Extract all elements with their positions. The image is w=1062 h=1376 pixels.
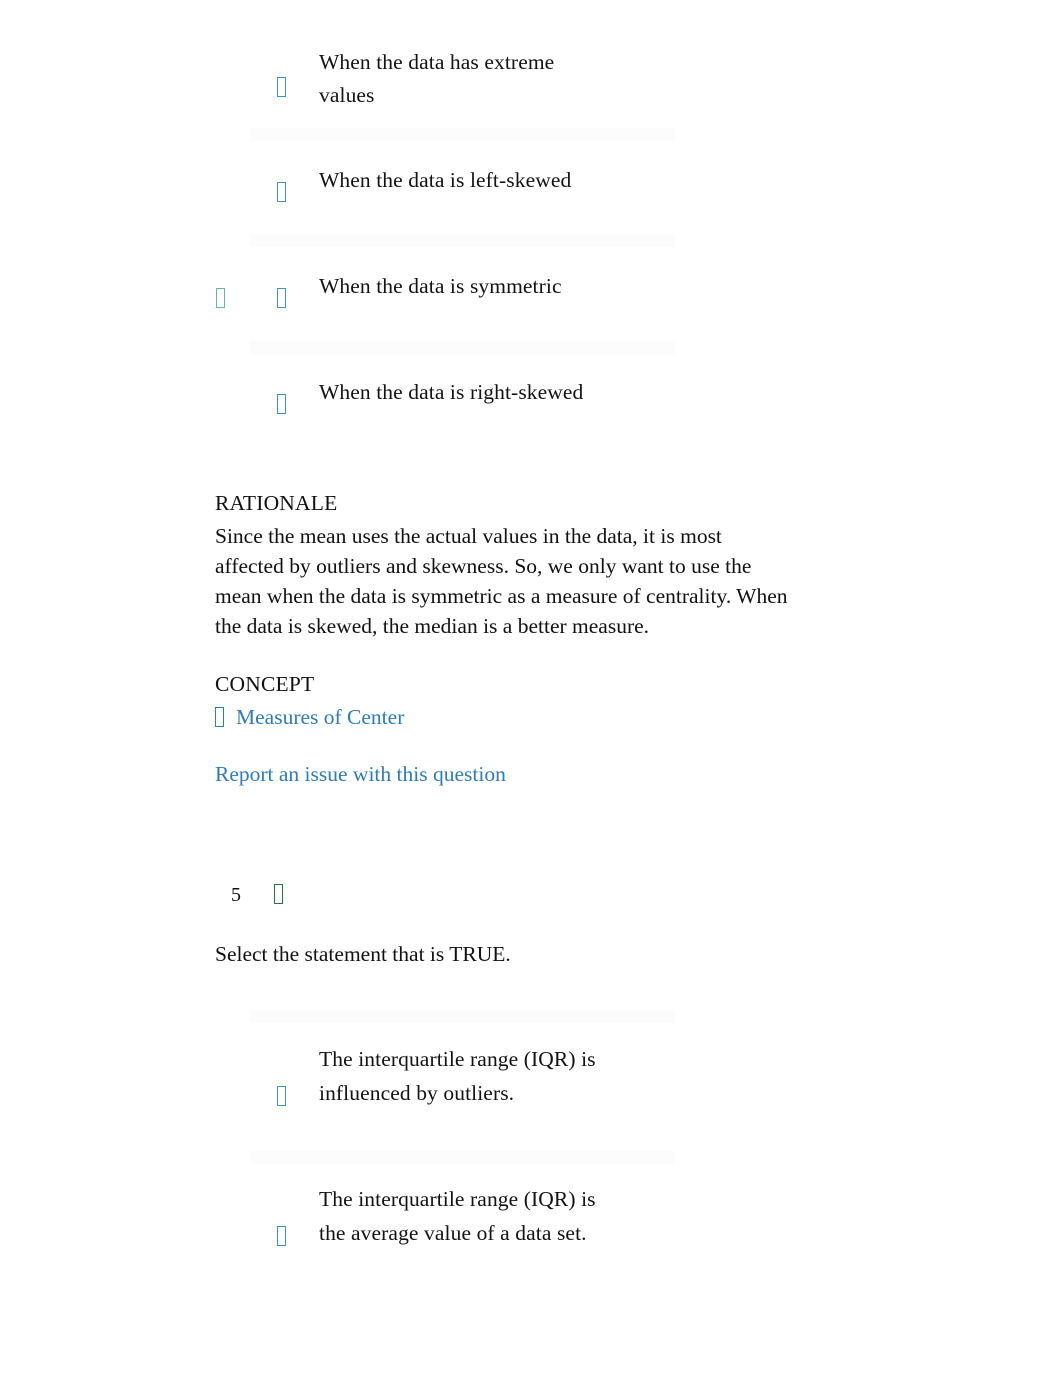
radio-button-unselected-icon[interactable] [277,394,286,414]
question-number: 5 [231,884,241,906]
question-prompt: Select the statement that is TRUE. [215,942,511,966]
answer-option-label-line2: influenced by outliers. [319,1081,515,1105]
answer-option-label-line1: When the data is symmetric [319,274,562,298]
answer-option-label-line2: the average value of a data set. [319,1221,587,1245]
rationale-text: Since the mean uses the actual values in… [215,521,795,641]
answer-option-label-line1: When the data has extreme [319,50,555,74]
correct-answer-check-icon [216,288,225,308]
question-status-flag-icon[interactable] [274,884,283,904]
option-divider [250,1151,675,1164]
radio-button-selected-icon[interactable] [277,288,286,308]
rationale-line: affected by outliers and skewness. So, w… [215,554,752,578]
rationale-heading: RATIONALE [215,491,338,515]
radio-button-unselected-icon[interactable] [277,77,286,97]
answer-option-label-line2: values [319,83,375,107]
report-issue-link[interactable]: Report an issue with this question [215,760,506,788]
radio-button-unselected-icon[interactable] [277,1086,286,1106]
answer-option-label-line1: When the data is right-skewed [319,380,584,404]
concept-bookmark-icon [215,707,224,727]
concept-link[interactable]: Measures of Center [236,703,404,731]
answer-option-label-line1: When the data is left-skewed [319,168,572,192]
rationale-line: Since the mean uses the actual values in… [215,524,722,548]
option-divider [250,341,675,354]
radio-button-unselected-icon[interactable] [277,1226,286,1246]
option-divider [250,234,675,247]
option-divider [250,1010,675,1023]
concept-heading: CONCEPT [215,672,315,696]
answer-option-label-line1: The interquartile range (IQR) is [319,1187,596,1211]
answer-option-label-line1: The interquartile range (IQR) is [319,1047,596,1071]
rationale-line: mean when the data is symmetric as a mea… [215,584,788,608]
rationale-line: the data is skewed, the median is a bett… [215,614,650,638]
radio-button-unselected-icon[interactable] [277,182,286,202]
option-divider [250,128,675,141]
concept-link-row[interactable]: Measures of Center [215,703,404,731]
document-page: When the data has extreme values When th… [0,0,1062,1376]
